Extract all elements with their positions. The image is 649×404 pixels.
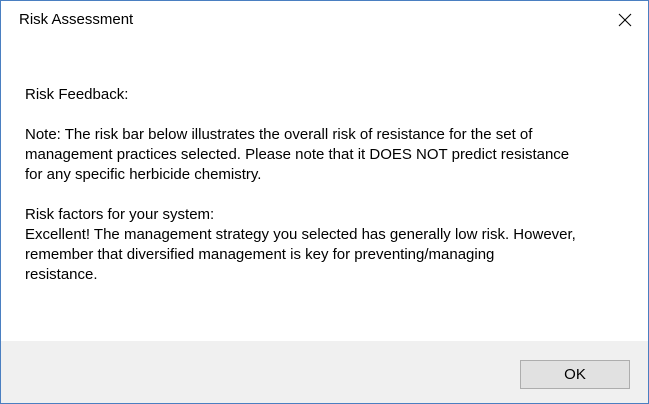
risk-assessment-dialog: Risk Assessment Risk Feedback: Note: The…: [0, 0, 649, 404]
feedback-heading: Risk Feedback:: [25, 86, 129, 103]
risk-factors-text: Excellent! The management strategy you s…: [25, 226, 576, 283]
risk-factors-heading: Risk factors for your system:: [25, 206, 215, 223]
close-icon: [618, 13, 632, 27]
close-button[interactable]: [602, 1, 648, 39]
window-title: Risk Assessment: [19, 11, 134, 28]
title-bar: Risk Assessment: [1, 1, 648, 39]
note-text: Note: The risk bar below illustrates the…: [25, 126, 570, 183]
message-body: Risk Feedback: Note: The risk bar below …: [25, 85, 625, 285]
ok-button[interactable]: OK: [520, 360, 630, 389]
button-panel: OK: [1, 341, 648, 403]
